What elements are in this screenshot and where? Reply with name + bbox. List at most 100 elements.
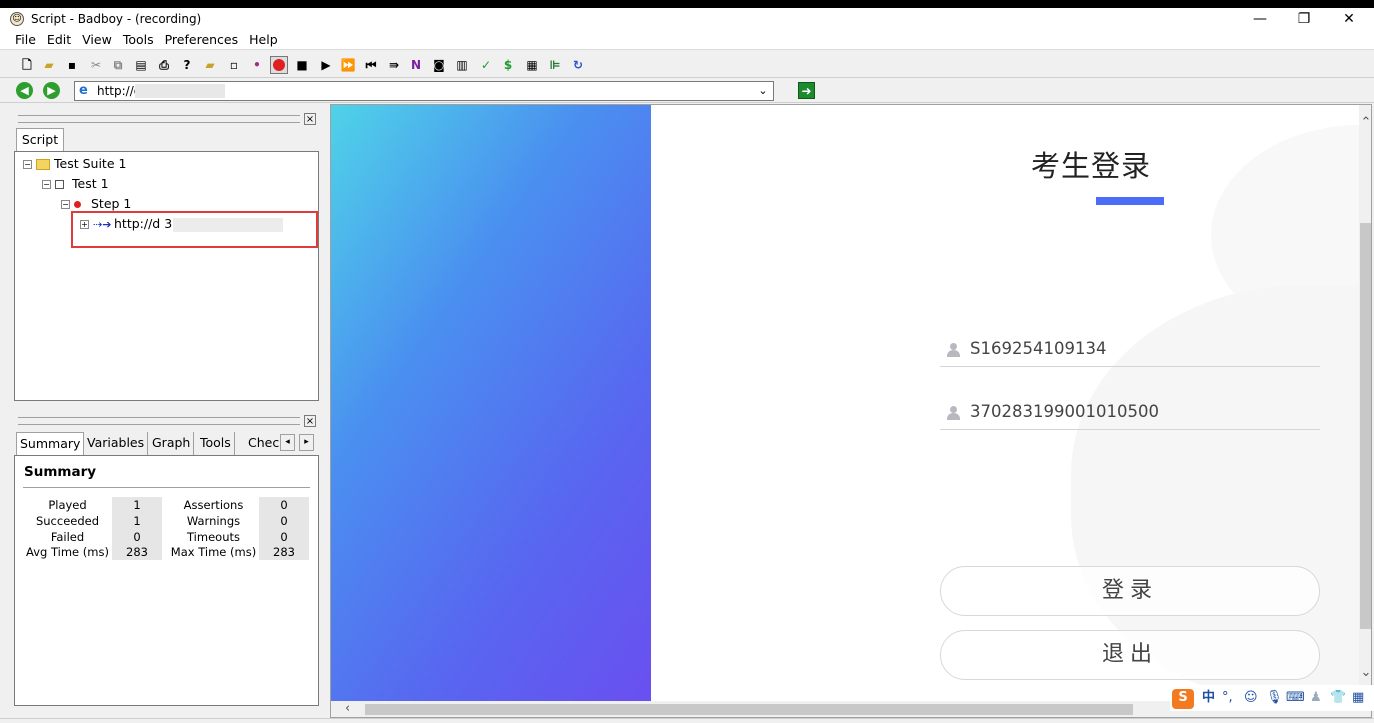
copy-icon[interactable]: ⧉ [109,56,127,74]
help-icon[interactable]: ? [178,56,196,74]
tree-item-step[interactable]: − Step 1 [61,196,131,212]
skin-icon[interactable]: 👕 [1330,689,1346,707]
maximize-button[interactable]: ❐ [1281,10,1327,30]
add-test-icon[interactable]: ▫ [225,56,243,74]
ime-mode-label[interactable]: 中 [1202,689,1215,707]
variable-icon[interactable]: $ [499,56,517,74]
add-folder-icon[interactable]: ▰ [201,56,219,74]
collapse-icon[interactable]: − [61,200,70,209]
login-banner [331,105,651,701]
folder-icon [36,159,50,170]
forward-icon[interactable]: ▶ [43,82,60,99]
tab-checks[interactable]: Chec [245,432,282,455]
top-edge [0,0,1374,8]
scroll-down-icon[interactable]: ⌄ [1359,665,1371,680]
summary-content: Summary Played 1 Assertions 0 Succeeded … [14,455,319,706]
id-number-field[interactable]: 370283199001010500 [940,398,1320,430]
script-dock-grip[interactable] [18,115,300,123]
cut-icon[interactable]: ✂ [87,56,105,74]
tab-script[interactable]: Script [16,128,64,152]
emoji-icon[interactable]: ☺ [1244,689,1258,707]
close-button[interactable]: ✕ [1326,10,1372,30]
open-icon[interactable]: ▰ [40,56,58,74]
failed-value: 0 [112,529,162,545]
played-value: 1 [112,497,162,513]
tab-summary[interactable]: Summary [16,432,85,455]
close-icon[interactable]: × [304,113,316,125]
refresh-icon[interactable]: ↻ [569,56,587,74]
sogou-logo-icon[interactable]: S [1172,689,1194,709]
ime-toolbar: S 中 °, ☺ 🎙 ⌨ ♟ 👕 ▦ [1170,685,1374,711]
menu-file[interactable]: File [14,31,37,49]
url-input[interactable]: e http://d cn/ ⌄ [74,81,774,101]
scroll-left-icon[interactable]: ‹ [345,701,350,716]
paste-icon[interactable]: ▤ [132,56,150,74]
tree-item-test[interactable]: − Test 1 [42,176,109,192]
play-all-icon[interactable]: ⏩ [339,56,357,74]
tree-test-label: Test 1 [72,176,109,191]
microphone-icon[interactable]: 🎙 [1266,689,1283,707]
chevron-down-icon[interactable]: ⌄ [755,82,771,100]
tab-scroll-left-icon[interactable]: ◂ [280,434,295,451]
step-forward-icon[interactable]: ⇛ [385,56,403,74]
tree-item-suite[interactable]: − Test Suite 1 [23,156,126,172]
scroll-thumb[interactable] [1360,223,1371,629]
played-label: Played [48,498,87,512]
save-icon[interactable]: ▪ [63,56,81,74]
vertical-scrollbar[interactable]: ⌃ ⌄ [1359,105,1371,701]
back-icon[interactable]: ◀ [16,82,33,99]
badboy-app-icon: ☺ [10,12,24,26]
tab-scroll-right-icon[interactable]: ▸ [299,434,314,451]
close-icon[interactable]: × [304,415,316,427]
stop-icon[interactable]: ■ [293,56,311,74]
play-icon[interactable]: ▶ [317,56,335,74]
tab-graph[interactable]: Graph [149,432,195,455]
max-time-value: 283 [259,544,309,560]
assertions-label: Assertions [183,498,244,512]
new-icon[interactable]: 🗋 [18,56,36,74]
title-bar: ☺ Script - Badboy - (recording) — ❐ ✕ [0,8,1374,31]
grid-icon[interactable]: ▦ [523,56,541,74]
username-field[interactable]: S169254109134 [940,335,1320,367]
report-icon[interactable]: ▥ [453,56,471,74]
print-icon[interactable]: ⎙ [155,56,173,74]
rewind-icon[interactable]: ⏮ [362,56,380,74]
assertions-value: 0 [259,497,309,513]
address-bar: ◀ ▶ e http://d cn/ ⌄ ➜ [0,79,1374,103]
tree-suite-label: Test Suite 1 [54,156,127,171]
go-icon[interactable]: ➜ [798,82,815,99]
url-redaction [135,84,225,98]
tab-tools[interactable]: Tools [197,432,235,455]
menu-preferences[interactable]: Preferences [164,31,240,49]
exit-button[interactable]: 退出 [940,630,1320,680]
succeeded-label: Succeeded [35,514,100,528]
keyboard-icon[interactable]: ⌨ [1286,689,1305,707]
menu-help[interactable]: Help [248,31,279,49]
scroll-thumb[interactable] [365,704,1133,715]
menu-edit[interactable]: Edit [46,31,72,49]
navigation-icon[interactable]: N [407,56,425,74]
minimize-button[interactable]: — [1237,10,1283,30]
browser-view: 考生登录 S169254109134 370283199001010500 登录… [330,104,1372,718]
screenshot-icon[interactable]: ◙ [430,56,448,74]
menu-tools[interactable]: Tools [122,31,155,49]
timeouts-value: 0 [259,529,309,545]
ie-icon: e [79,83,88,98]
grid-menu-icon[interactable]: ▦ [1352,689,1364,707]
tab-variables[interactable]: Variables [84,432,149,455]
add-step-icon[interactable]: • [248,56,266,74]
user-icon[interactable]: ♟ [1310,689,1322,707]
collapse-icon[interactable]: − [42,180,51,189]
summary-dock-grip[interactable] [18,417,300,425]
assertion-check-icon[interactable]: ✓ [477,56,495,74]
record-icon[interactable] [270,56,288,74]
tree-icon[interactable]: ⊫ [546,56,564,74]
punctuation-label[interactable]: °, [1222,689,1233,707]
warnings-value: 0 [259,513,309,529]
menu-view[interactable]: View [81,31,113,49]
failed-label: Failed [50,530,85,544]
login-button[interactable]: 登录 [940,566,1320,616]
collapse-icon[interactable]: − [23,160,32,169]
script-tree: − Test Suite 1 − Test 1 − Step 1 + ⇢➔ http://… [14,151,319,401]
scroll-up-icon[interactable]: ⌃ [1359,115,1371,130]
